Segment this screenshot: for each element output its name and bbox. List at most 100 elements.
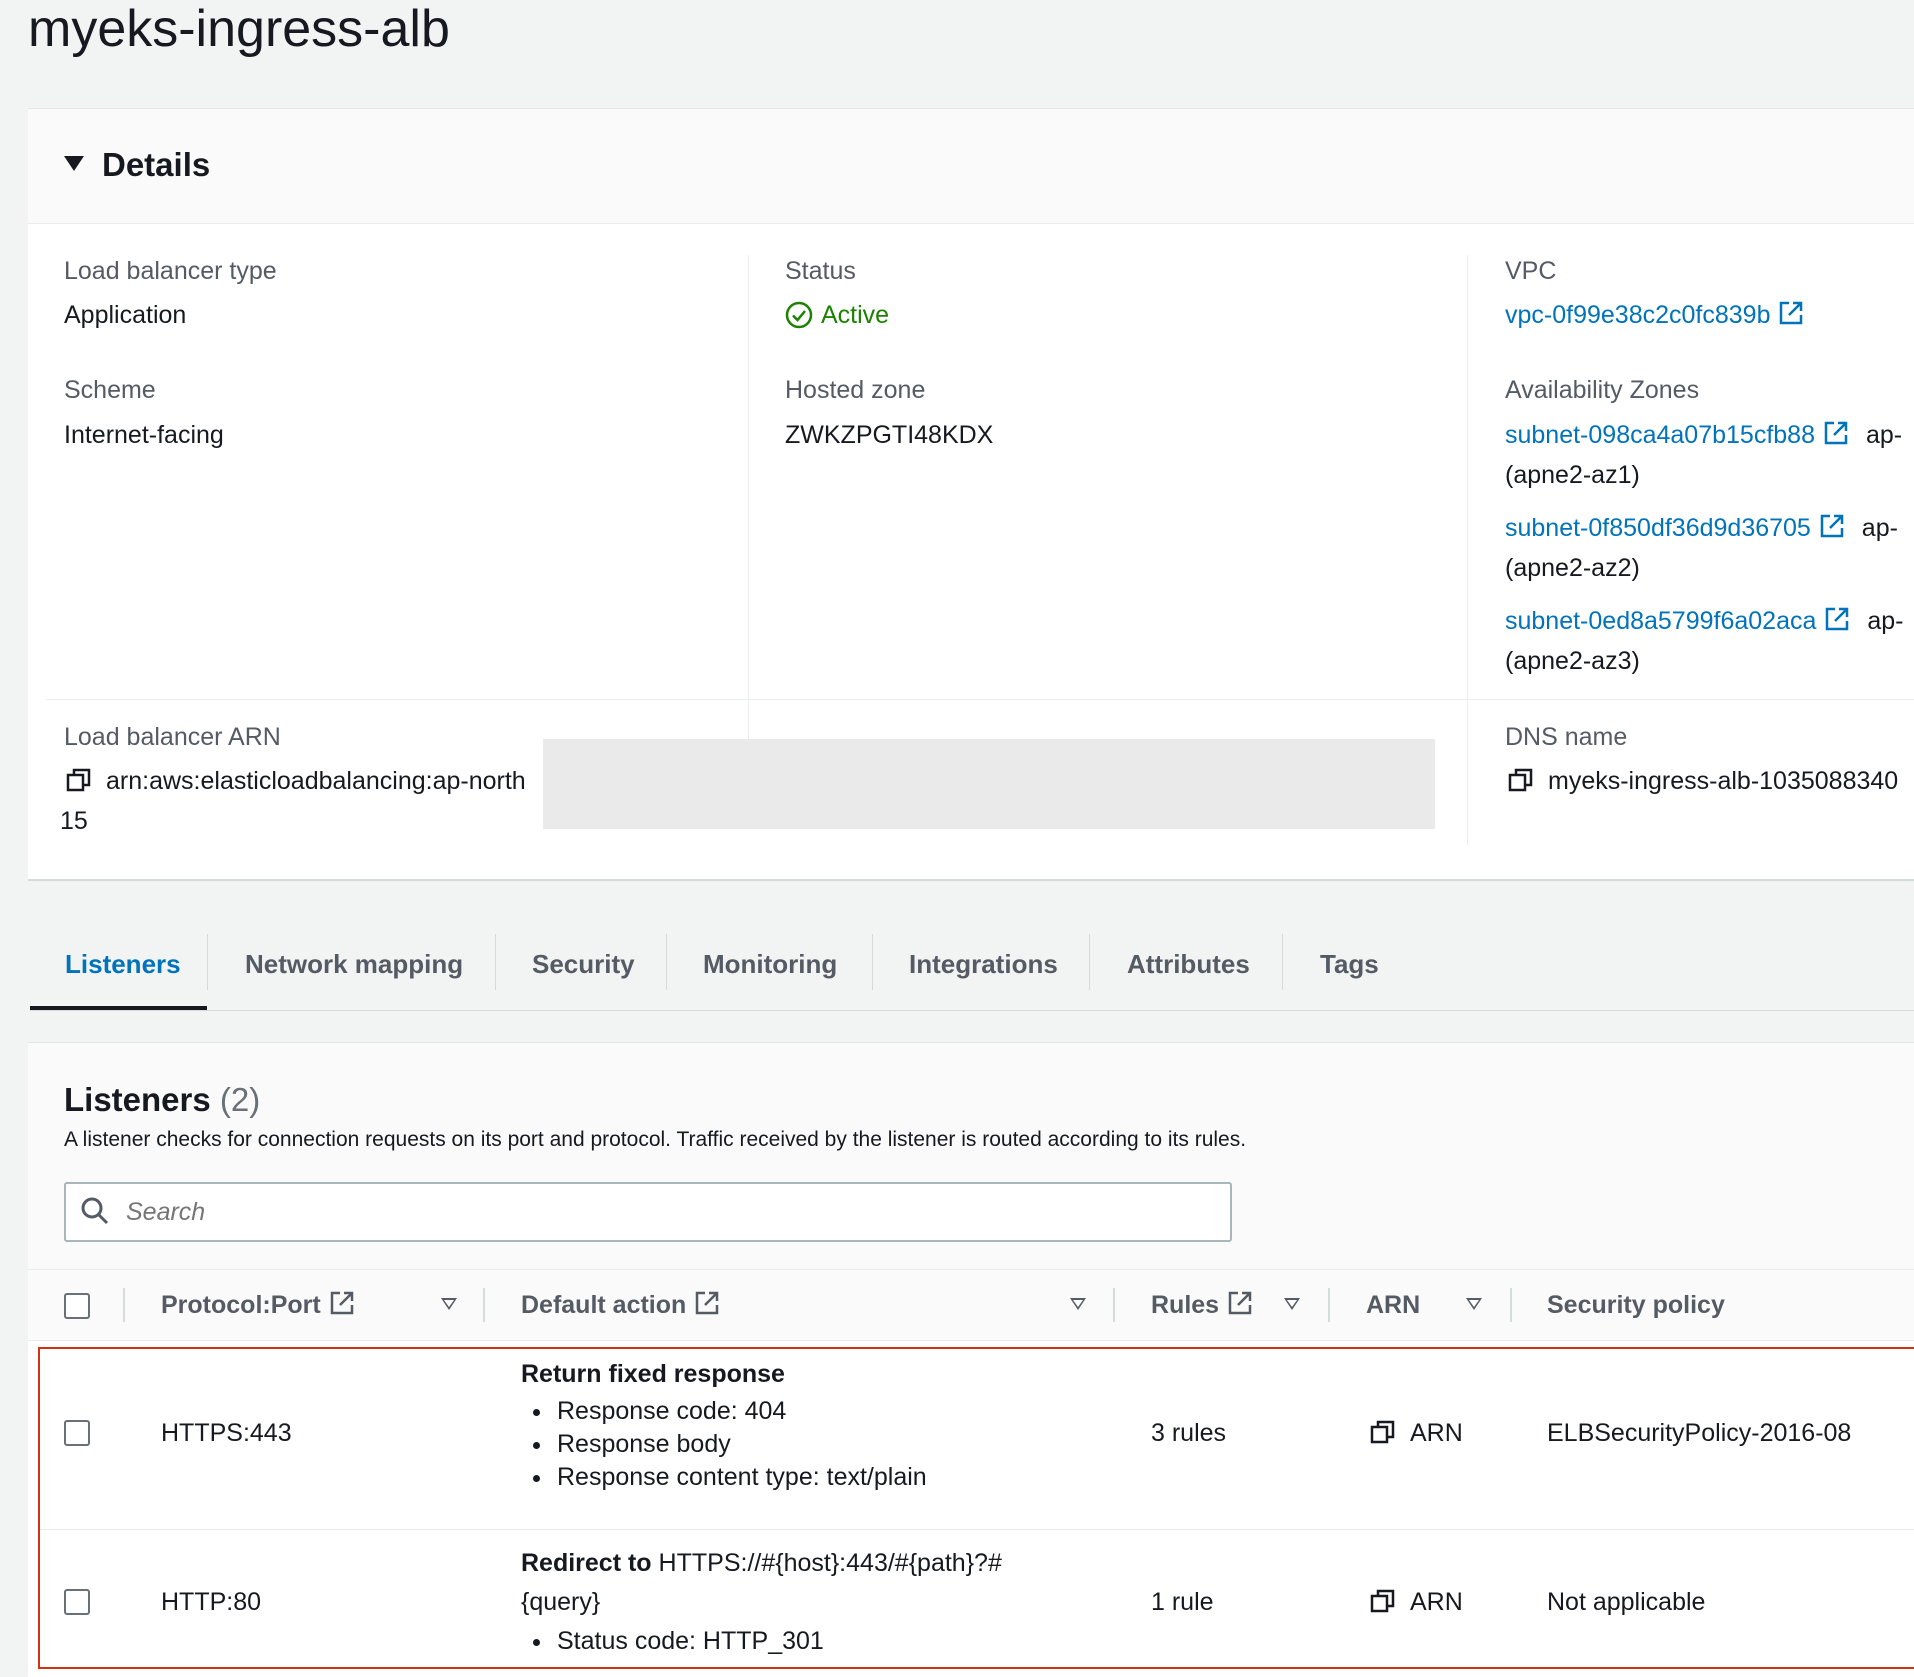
default-action-cell: Return fixed response Response code: 404… bbox=[521, 1358, 927, 1494]
active-tab-indicator bbox=[30, 1006, 207, 1010]
row-checkbox[interactable] bbox=[64, 1589, 90, 1615]
column-divider bbox=[1113, 1288, 1115, 1322]
caret-down-icon[interactable] bbox=[64, 156, 84, 171]
listeners-header: Listeners (2) A listener checks for conn… bbox=[28, 1043, 1914, 1269]
dns-text: myeks-ingress-alb-1035088340 bbox=[1548, 767, 1899, 795]
column-header-rules[interactable]: Rules bbox=[1151, 1288, 1253, 1322]
lb-type-value: Application bbox=[64, 301, 187, 329]
arn-text: ARN bbox=[1410, 1419, 1463, 1447]
copy-icon[interactable] bbox=[1508, 767, 1534, 793]
listener-link[interactable]: HTTPS:443 bbox=[161, 1417, 292, 1449]
tab-security[interactable]: Security bbox=[532, 944, 635, 984]
arn-label: Load balancer ARN bbox=[64, 723, 281, 751]
table-header: Protocol:Port Default action Rules ARN S… bbox=[28, 1269, 1914, 1341]
external-link-icon[interactable] bbox=[1778, 300, 1804, 326]
default-action-cell: Redirect to HTTPS://#{host}:443/#{path}?… bbox=[521, 1547, 1002, 1658]
az-label: Availability Zones bbox=[1505, 376, 1700, 404]
arn-text: ARN bbox=[1410, 1588, 1463, 1616]
subnet-link[interactable]: subnet-0f850df36d9d36705 bbox=[1505, 514, 1811, 542]
redirect-target: HTTPS://#{host}:443/#{path}?# bbox=[658, 1549, 1002, 1577]
search-icon bbox=[81, 1197, 109, 1225]
arn-continuation: 15 bbox=[60, 807, 88, 835]
select-all-checkbox[interactable] bbox=[64, 1293, 90, 1319]
action-title: Redirect to bbox=[521, 1549, 652, 1577]
row-divider bbox=[40, 1529, 1914, 1530]
external-link-icon[interactable] bbox=[329, 1290, 355, 1316]
rules-link[interactable]: 3 rules bbox=[1151, 1417, 1226, 1449]
column-divider bbox=[1328, 1288, 1330, 1322]
tabs-baseline bbox=[30, 1010, 1914, 1011]
arn-cell: ARN bbox=[1370, 1417, 1463, 1449]
action-title: Return fixed response bbox=[521, 1360, 785, 1388]
row-divider bbox=[46, 699, 1914, 700]
sort-icon[interactable] bbox=[1284, 1298, 1300, 1310]
arn-cell: ARN bbox=[1370, 1586, 1463, 1618]
row-checkbox[interactable] bbox=[64, 1420, 90, 1446]
status-text: Active bbox=[821, 301, 890, 329]
tab-divider bbox=[207, 934, 208, 990]
external-link-icon[interactable] bbox=[694, 1290, 720, 1316]
copy-icon[interactable] bbox=[1370, 1588, 1396, 1614]
tab-divider bbox=[1282, 934, 1283, 990]
external-link-icon[interactable] bbox=[1824, 606, 1850, 632]
action-detail: Status code: HTTP_301 bbox=[521, 1625, 1002, 1658]
vpc-link-text[interactable]: vpc-0f99e38c2c0fc839b bbox=[1505, 301, 1770, 329]
column-header-protocol-port[interactable]: Protocol:Port bbox=[161, 1288, 355, 1322]
page-title: myeks-ingress-alb bbox=[28, 0, 450, 58]
tab-attributes[interactable]: Attributes bbox=[1127, 944, 1250, 984]
protocol-port-header-text: Protocol:Port bbox=[161, 1291, 321, 1319]
vpc-link[interactable]: vpc-0f99e38c2c0fc839b bbox=[1505, 299, 1804, 331]
default-action-header-text: Default action bbox=[521, 1291, 687, 1319]
sort-icon[interactable] bbox=[1466, 1298, 1482, 1310]
az-item: subnet-098ca4a07b15cfb88 ap- bbox=[1505, 419, 1902, 451]
arn-text: arn:aws:elasticloadbalancing:ap-north bbox=[106, 767, 526, 795]
security-policy-cell: ELBSecurityPolicy-2016-08 bbox=[1547, 1419, 1852, 1447]
tab-divider bbox=[666, 934, 667, 990]
dns-value: myeks-ingress-alb-1035088340 bbox=[1508, 765, 1898, 797]
listener-link[interactable]: HTTP:80 bbox=[161, 1586, 261, 1618]
external-link-icon[interactable] bbox=[1227, 1290, 1253, 1316]
action-title-line: Redirect to HTTPS://#{host}:443/#{path}?… bbox=[521, 1547, 1002, 1579]
arn-value: arn:aws:elasticloadbalancing:ap-north bbox=[66, 765, 526, 797]
copy-icon[interactable] bbox=[1370, 1419, 1396, 1445]
column-header-arn[interactable]: ARN bbox=[1366, 1288, 1420, 1322]
listeners-count: (2) bbox=[219, 1081, 261, 1118]
details-header[interactable]: Details bbox=[28, 109, 1914, 224]
column-divider bbox=[483, 1288, 485, 1322]
external-link-icon[interactable] bbox=[1823, 420, 1849, 446]
column-divider bbox=[748, 255, 749, 789]
status-check-icon bbox=[785, 301, 813, 329]
column-header-default-action[interactable]: Default action bbox=[521, 1288, 720, 1322]
scheme-value: Internet-facing bbox=[64, 421, 224, 449]
tab-integrations[interactable]: Integrations bbox=[909, 944, 1058, 984]
rules-link[interactable]: 1 rule bbox=[1151, 1586, 1214, 1618]
sort-icon[interactable] bbox=[441, 1298, 457, 1310]
action-detail: Response body bbox=[521, 1428, 927, 1461]
tab-divider bbox=[1089, 934, 1090, 990]
az-zone: (apne2-az2) bbox=[1505, 554, 1640, 582]
column-header-security-policy[interactable]: Security policy bbox=[1547, 1288, 1725, 1322]
listeners-title-text: Listeners bbox=[64, 1081, 211, 1118]
listeners-title: Listeners (2) bbox=[64, 1079, 260, 1121]
az-item: subnet-0ed8a5799f6a02aca ap- bbox=[1505, 605, 1903, 637]
tab-listeners[interactable]: Listeners bbox=[65, 944, 181, 984]
az-suffix: ap- bbox=[1861, 514, 1898, 542]
subnet-link[interactable]: subnet-0ed8a5799f6a02aca bbox=[1505, 607, 1816, 635]
vpc-label: VPC bbox=[1505, 257, 1557, 285]
search-box[interactable] bbox=[64, 1182, 1232, 1242]
sort-icon[interactable] bbox=[1070, 1298, 1086, 1310]
subnet-link[interactable]: subnet-098ca4a07b15cfb88 bbox=[1505, 421, 1815, 449]
tab-network-mapping[interactable]: Network mapping bbox=[245, 944, 463, 984]
external-link-icon[interactable] bbox=[1819, 513, 1845, 539]
tab-tags[interactable]: Tags bbox=[1320, 944, 1379, 984]
lb-type-label: Load balancer type bbox=[64, 257, 277, 285]
redaction-box bbox=[543, 739, 1435, 829]
tab-monitoring[interactable]: Monitoring bbox=[703, 944, 837, 984]
search-input[interactable] bbox=[124, 1192, 1218, 1232]
copy-icon[interactable] bbox=[66, 767, 92, 793]
details-title: Details bbox=[102, 146, 211, 183]
az-zone: (apne2-az1) bbox=[1505, 461, 1640, 489]
status-label: Status bbox=[785, 257, 856, 285]
column-divider bbox=[1467, 721, 1468, 845]
rules-header-text: Rules bbox=[1151, 1291, 1220, 1319]
